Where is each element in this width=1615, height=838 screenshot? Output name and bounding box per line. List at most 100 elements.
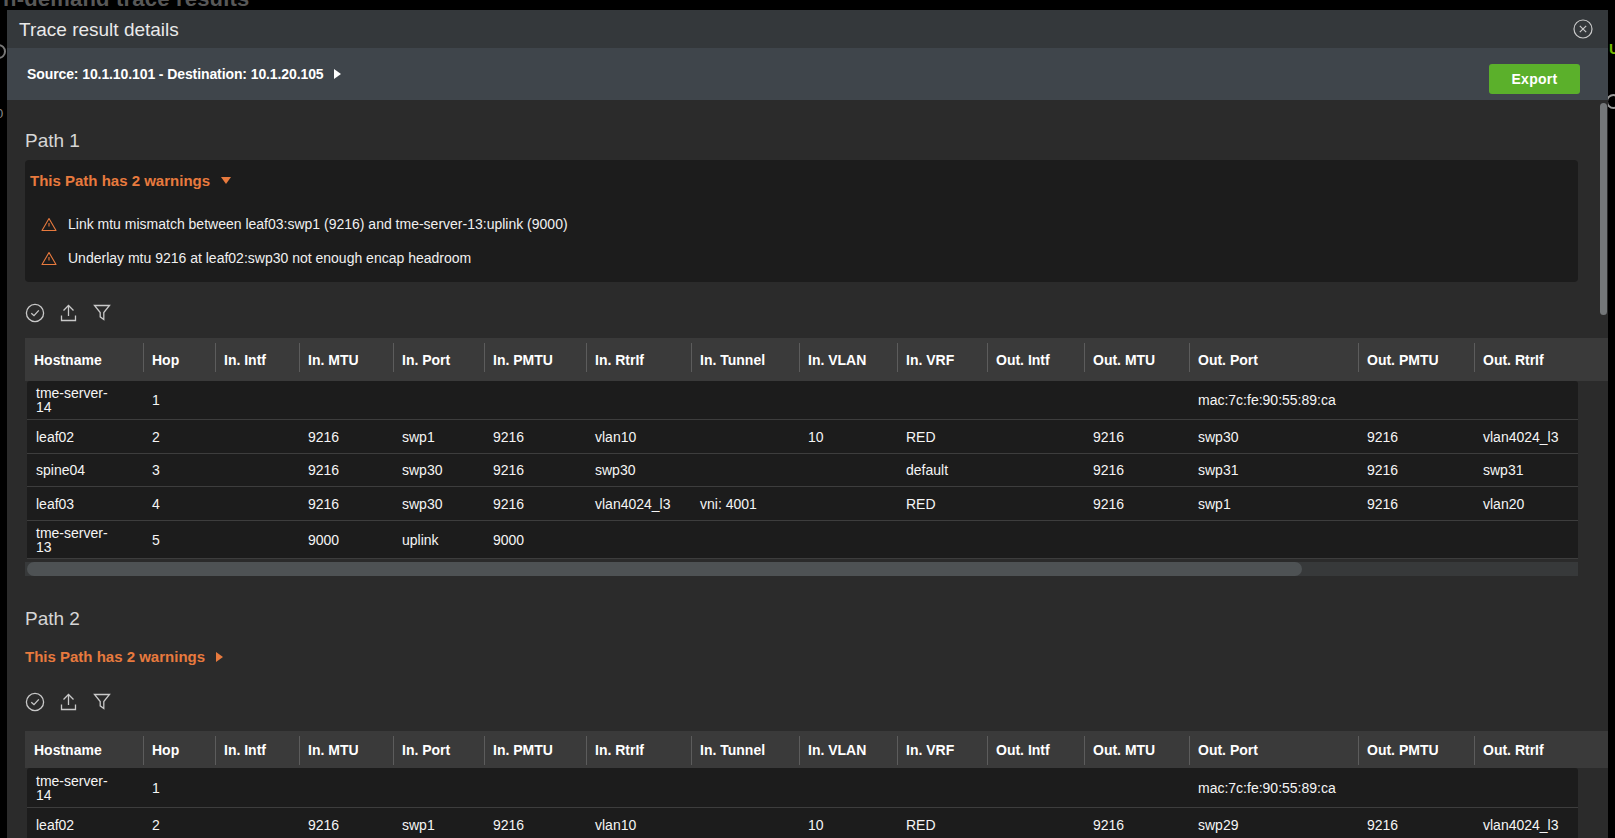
table-row[interactable]: leaf0229216swp19216vlan1010RED9216swp309… [27, 420, 1578, 454]
table-cell: swp1 [393, 808, 484, 838]
column-header: In. Port [393, 731, 484, 768]
column-header: In. VLAN [799, 731, 897, 768]
table-cell: swp31 [1474, 454, 1578, 486]
warnings-toggle[interactable]: This Path has 2 warnings [25, 648, 223, 665]
column-separator [897, 736, 898, 765]
table-cell: tme-server-13 [27, 521, 143, 558]
table-cell [215, 521, 299, 558]
warnings-toggle[interactable]: This Path has 2 warnings [30, 172, 231, 189]
column-header: In. Intf [215, 731, 299, 768]
column-separator [484, 343, 485, 372]
column-separator [1189, 736, 1190, 765]
chevron-down-icon [221, 177, 231, 184]
export-button[interactable]: Export [1489, 64, 1580, 94]
check-circle-icon[interactable] [25, 692, 45, 716]
table-cell: spine04 [27, 454, 143, 486]
table-cell: swp30 [1189, 420, 1358, 453]
table-cell: 9216 [1358, 808, 1474, 838]
table-row[interactable]: spine0439216swp309216swp30default9216swp… [27, 454, 1578, 487]
table-body: tme-server-141mac:7c:fe:90:55:89:caleaf0… [27, 381, 1578, 559]
table-cell [586, 521, 691, 558]
column-header: In. VRF [897, 731, 987, 768]
table-cell: 10 [799, 420, 897, 453]
column-separator [1189, 343, 1190, 372]
column-header: Out. Intf [987, 338, 1084, 381]
column-separator [987, 343, 988, 372]
table-cell [897, 521, 987, 558]
table-cell [484, 768, 586, 807]
table-cell: 3 [143, 454, 215, 486]
source-destination-expander[interactable]: Source: 10.1.10.101 - Destination: 10.1.… [27, 64, 341, 84]
table-cell [586, 768, 691, 807]
table-row[interactable]: tme-server-1359000uplink9000 [27, 521, 1578, 559]
warning-item: Link mtu mismatch between leaf03:swp1 (9… [41, 216, 568, 232]
column-header: In. Tunnel [691, 338, 799, 381]
table-cell: vlan10 [586, 420, 691, 453]
column-header: In. RtrIf [586, 338, 691, 381]
upload-icon[interactable] [59, 303, 78, 327]
table-cell [1474, 381, 1578, 419]
table-header-row: HostnameHopIn. IntfIn. MTUIn. PortIn. PM… [25, 338, 1608, 381]
table-cell [691, 381, 799, 419]
table-cell: 9216 [299, 487, 393, 520]
table-cell [586, 381, 691, 419]
column-separator [393, 736, 394, 765]
table-cell [1084, 768, 1189, 807]
table-cell: vlan4024_l3 [1474, 420, 1578, 453]
table-cell [799, 768, 897, 807]
table-cell [691, 768, 799, 807]
column-header: Out. Port [1189, 731, 1358, 768]
table-cell: vlan4024_l3 [586, 487, 691, 520]
table-cell: 2 [143, 808, 215, 838]
table-cell: swp1 [1189, 487, 1358, 520]
table-cell: 9216 [484, 808, 586, 838]
table-row[interactable]: leaf0229216swp19216vlan1010RED9216swp299… [27, 808, 1578, 838]
table-row[interactable]: tme-server-141mac:7c:fe:90:55:89:ca [27, 381, 1578, 420]
table-cell: tme-server-14 [27, 768, 143, 807]
column-separator [393, 343, 394, 372]
table-cell [691, 454, 799, 486]
table-cell [299, 381, 393, 419]
close-icon[interactable] [1573, 19, 1593, 39]
table-cell [484, 381, 586, 419]
table-row[interactable]: leaf0349216swp309216vlan4024_l3vni: 4001… [27, 487, 1578, 521]
table-row[interactable]: tme-server-141mac:7c:fe:90:55:89:ca [27, 768, 1578, 808]
background-icon-fragment [0, 44, 6, 59]
column-header: In. PMTU [484, 731, 586, 768]
table-cell: tme-server-14 [27, 381, 143, 419]
column-separator [143, 736, 144, 765]
table-toolbar [25, 694, 126, 714]
table-cell [215, 454, 299, 486]
horizontal-scrollbar-thumb[interactable] [27, 562, 1302, 576]
horizontal-scrollbar-track[interactable] [25, 562, 1578, 576]
table-cell [691, 808, 799, 838]
column-separator [299, 343, 300, 372]
check-circle-icon[interactable] [25, 303, 45, 327]
column-header: Hop [143, 338, 215, 381]
column-header: In. Intf [215, 338, 299, 381]
table-cell: 9216 [299, 454, 393, 486]
table-cell: 9216 [1358, 487, 1474, 520]
table-cell: leaf02 [27, 808, 143, 838]
table-cell: 2 [143, 420, 215, 453]
upload-icon[interactable] [59, 692, 78, 716]
table-cell [1474, 521, 1578, 558]
table-cell: mac:7c:fe:90:55:89:ca [1189, 381, 1358, 419]
table-cell [215, 768, 299, 807]
table-cell [987, 454, 1084, 486]
filter-icon[interactable] [92, 303, 112, 327]
table-cell: 9216 [1084, 454, 1189, 486]
table-cell [215, 381, 299, 419]
table-cell: vlan10 [586, 808, 691, 838]
vertical-scrollbar-thumb[interactable] [1600, 103, 1607, 315]
column-header: In. Tunnel [691, 731, 799, 768]
column-separator [1358, 343, 1359, 372]
column-header: Out. PMTU [1358, 731, 1474, 768]
table-cell: 9216 [1358, 454, 1474, 486]
column-separator [299, 736, 300, 765]
table-toolbar [25, 305, 126, 325]
table-cell: vni: 4001 [691, 487, 799, 520]
table-cell: RED [897, 420, 987, 453]
column-header: Out. RtrIf [1474, 731, 1578, 768]
filter-icon[interactable] [92, 692, 112, 716]
